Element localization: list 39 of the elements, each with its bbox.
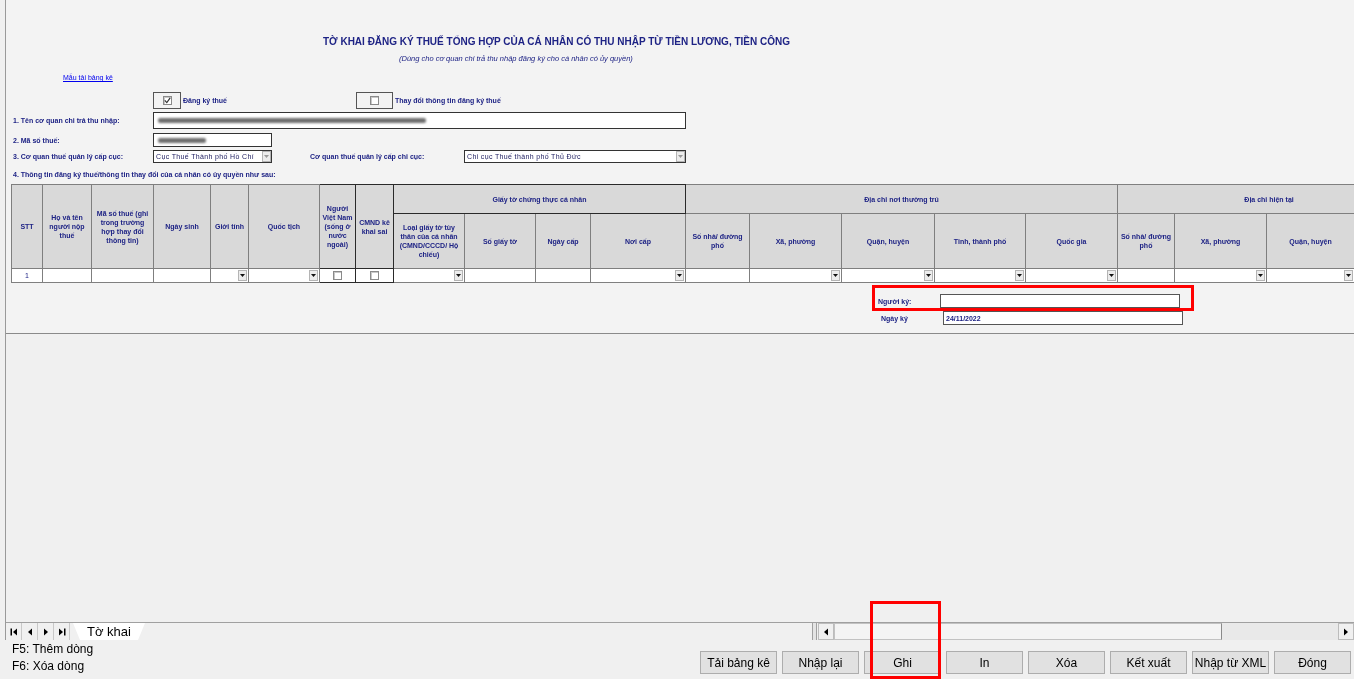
splitter-handle[interactable] xyxy=(812,623,817,640)
action-button[interactable]: Tải bảng kê xyxy=(700,651,777,674)
action-button[interactable]: In xyxy=(946,651,1023,674)
form-title: TỜ KHAI ĐĂNG KÝ THUẾ TỔNG HỢP CỦA CÁ NHÂN CÓ THU NHẬP TỪ TIỀN LƯƠNG, TIỀN CÔNG xyxy=(323,36,790,48)
sheet-tab[interactable]: Tờ khai xyxy=(73,623,145,640)
shortcut-hint: F6: Xóa dòng xyxy=(12,658,86,675)
action-button[interactable]: Đóng xyxy=(1274,651,1351,674)
skip-forward-icon xyxy=(57,627,66,636)
caret-icon[interactable] xyxy=(309,270,318,281)
action-button[interactable]: Nhập từ XML xyxy=(1192,651,1269,674)
input-field[interactable] xyxy=(940,294,1180,308)
scroll-left-button[interactable] xyxy=(818,623,834,640)
action-button[interactable]: Xóa xyxy=(1028,651,1105,674)
caret-icon[interactable] xyxy=(1107,270,1116,281)
triangle-right-icon xyxy=(1342,627,1350,636)
checkbox[interactable] xyxy=(333,271,342,280)
checkbox[interactable] xyxy=(370,96,379,105)
caret-icon[interactable] xyxy=(1256,270,1265,281)
caret-icon[interactable] xyxy=(238,270,247,281)
caret-icon[interactable] xyxy=(675,270,684,281)
caret-icon[interactable] xyxy=(1344,270,1354,281)
caret-icon[interactable] xyxy=(1015,270,1024,281)
shortcut-hint: F5: Thêm dòng xyxy=(12,641,94,658)
triangle-left-icon xyxy=(822,627,830,636)
input-field[interactable] xyxy=(153,112,686,129)
horizontal-scrollbar[interactable] xyxy=(834,623,1338,640)
scroll-right-button[interactable] xyxy=(1338,623,1354,640)
caret-icon[interactable] xyxy=(454,270,463,281)
skip-back-icon xyxy=(9,627,18,636)
check-icon xyxy=(163,97,171,104)
caret-icon[interactable] xyxy=(924,270,933,281)
input-field[interactable] xyxy=(153,133,272,147)
triangle-right-icon xyxy=(41,627,50,636)
scrollbar-thumb[interactable] xyxy=(834,623,1222,640)
checkbox[interactable] xyxy=(162,96,172,105)
caret-icon[interactable] xyxy=(831,270,840,281)
action-button[interactable]: Kết xuất xyxy=(1110,651,1187,674)
checkbox[interactable] xyxy=(370,271,379,280)
action-button[interactable]: Nhập lại xyxy=(782,651,859,674)
